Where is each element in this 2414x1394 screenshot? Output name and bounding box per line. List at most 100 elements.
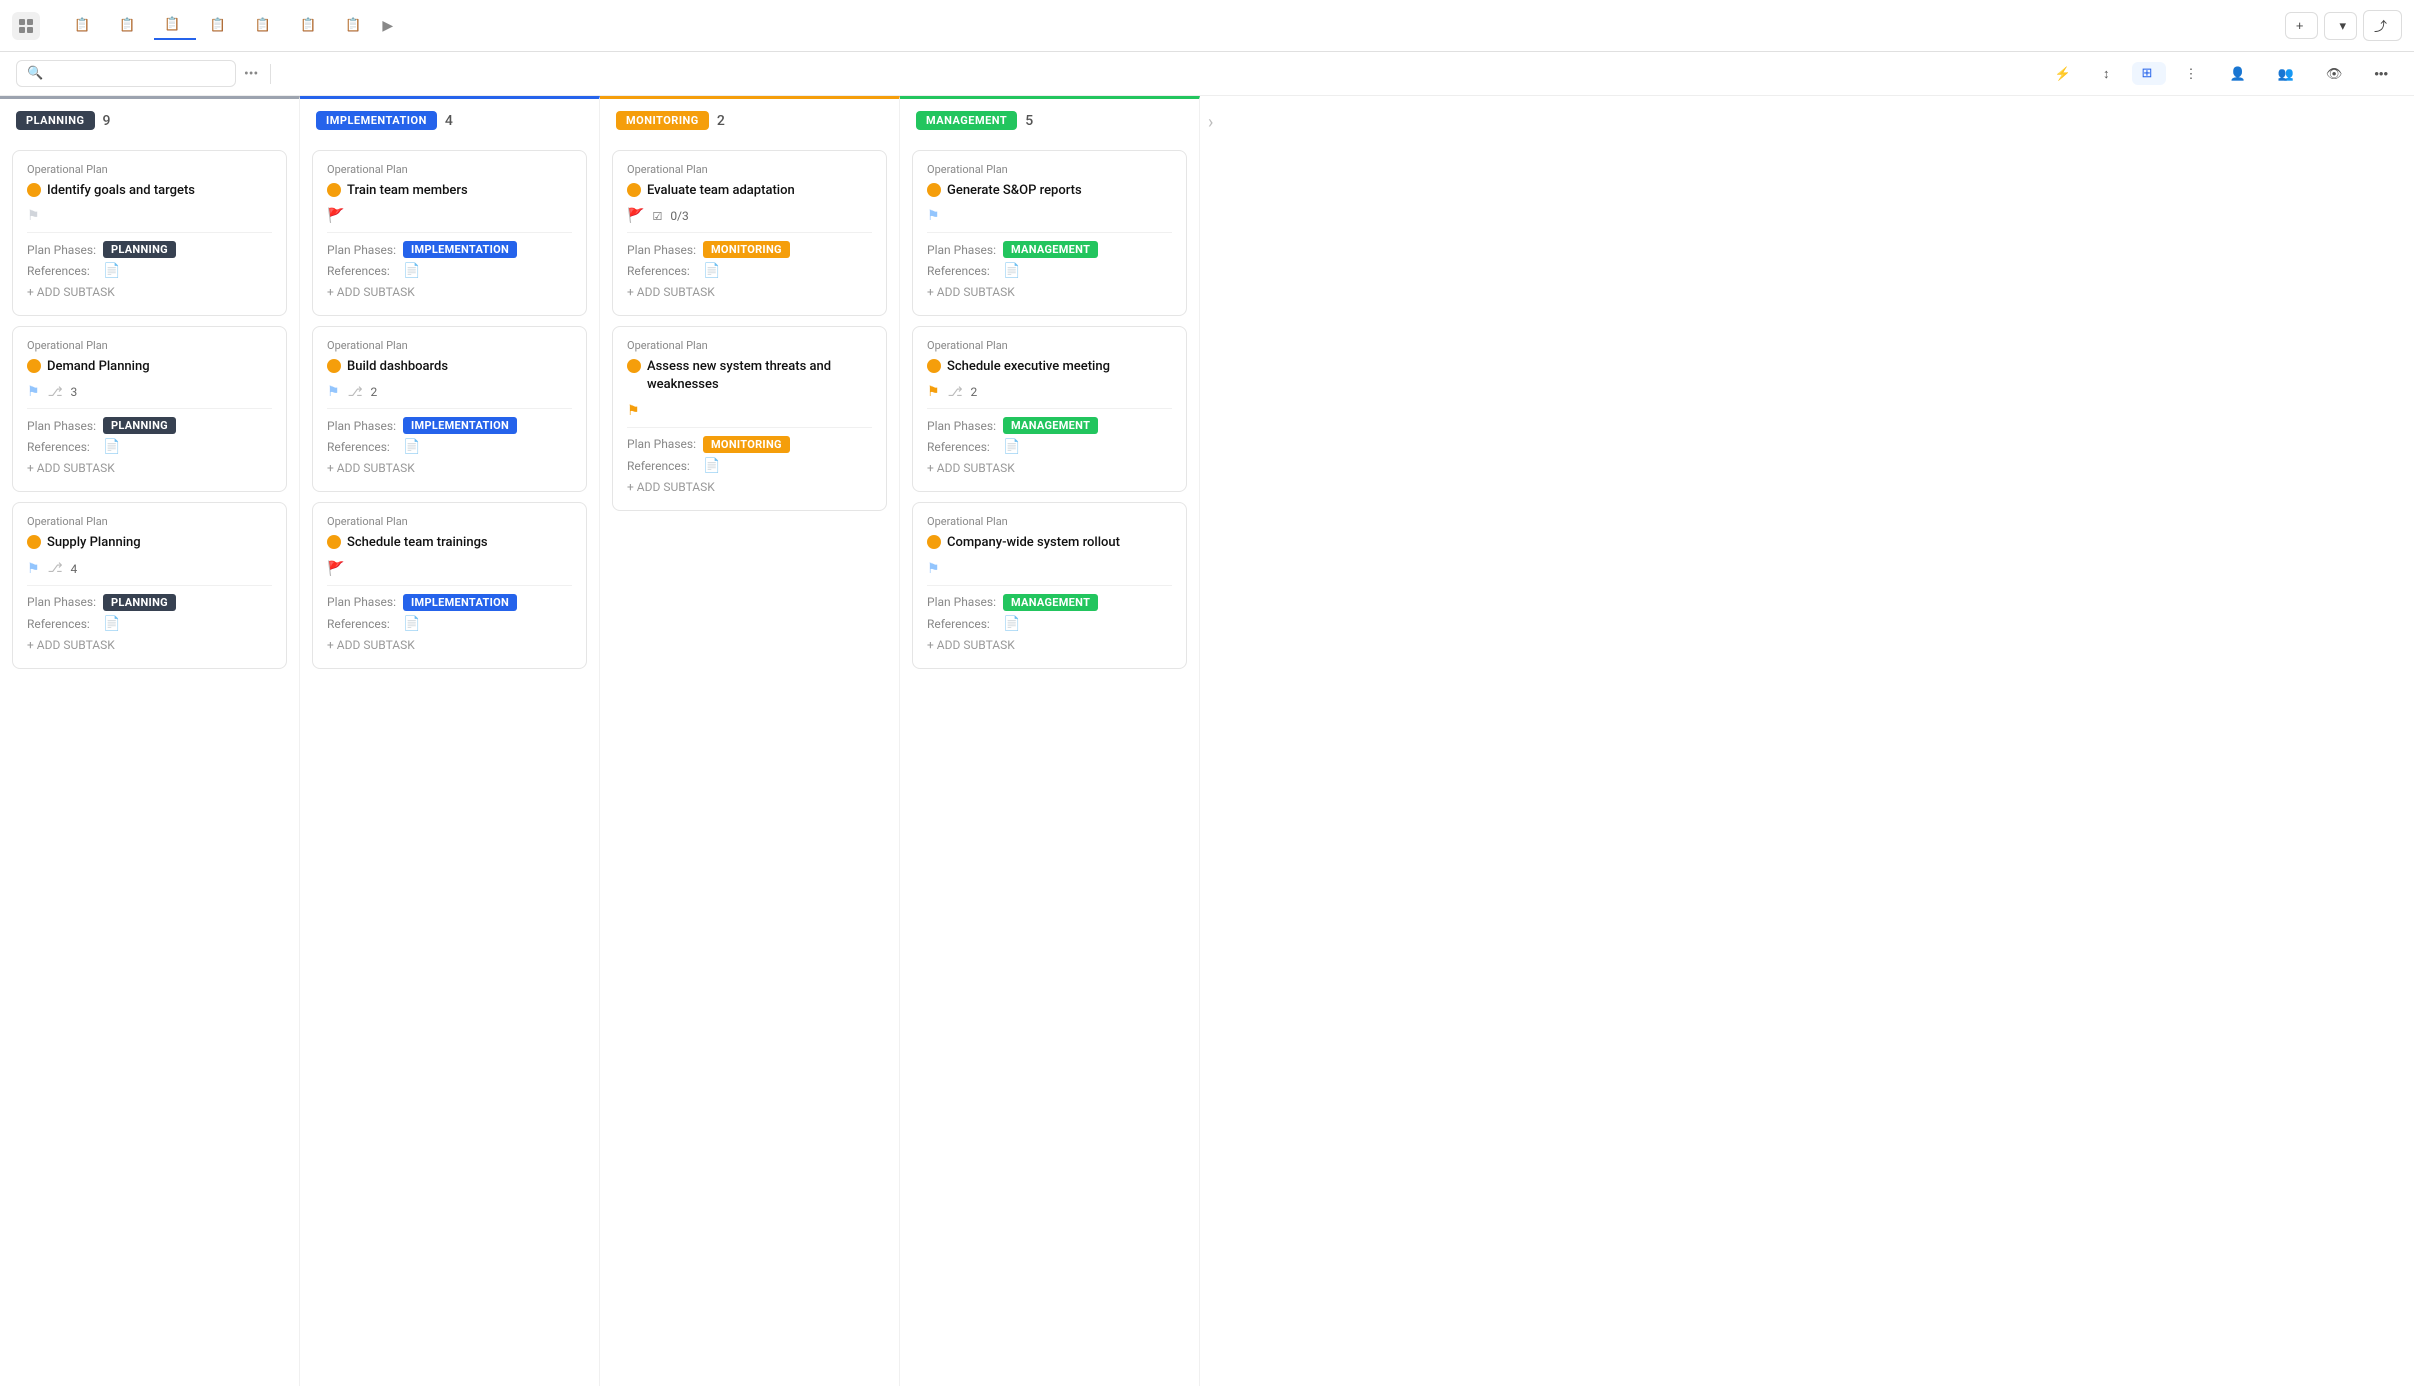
column-count-planning: 9	[103, 113, 111, 129]
task-card[interactable]: Operational Plan Train team members 🚩 Pl…	[312, 150, 587, 316]
phase-badge: IMPLEMENTATION	[403, 417, 517, 434]
card-title: Build dashboards	[347, 358, 448, 376]
filter-button[interactable]: ⚡	[2045, 62, 2085, 86]
subtask-count: 0/3	[670, 209, 688, 223]
card-fields: Plan Phases: MANAGEMENT References: 📄	[927, 585, 1172, 632]
card-title: Train team members	[347, 182, 468, 200]
tab-wor-icon: 📋	[345, 18, 361, 33]
group-by-button[interactable]: ⊞	[2132, 62, 2167, 85]
show-button[interactable]: 👁	[2316, 62, 2357, 86]
card-title-row: Demand Planning	[27, 358, 272, 376]
card-project-label: Operational Plan	[327, 339, 572, 352]
references-field: References: 📄	[927, 263, 1172, 279]
reference-doc-icon: 📄	[403, 616, 420, 632]
flag-icon: ⚑	[627, 403, 640, 419]
more-toolbar-icon[interactable]: •••	[2364, 62, 2398, 85]
sort-icon: ↕	[2103, 66, 2110, 81]
reference-doc-icon: 📄	[1003, 616, 1020, 632]
card-title: Schedule executive meeting	[947, 358, 1110, 376]
tab-start-here[interactable]: 📋	[64, 12, 105, 39]
card-title-row: Identify goals and targets	[27, 182, 272, 200]
task-card[interactable]: Operational Plan Demand Planning ⚑ ⎇ 3 P…	[12, 326, 287, 492]
plan-phases-label: Plan Phases:	[327, 419, 397, 433]
view-button[interactable]: +	[2285, 12, 2319, 39]
assignees-button[interactable]: 👥	[2268, 62, 2308, 86]
tab-plan-timeline[interactable]: 📋	[290, 12, 331, 39]
add-subtask-button[interactable]: + ADD SUBTASK	[327, 457, 572, 479]
add-subtask-button[interactable]: + ADD SUBTASK	[927, 634, 1172, 656]
add-subtask-button[interactable]: + ADD SUBTASK	[627, 281, 872, 303]
sort-by-button[interactable]: ↕	[2093, 62, 2124, 85]
add-subtask-button[interactable]: + ADD SUBTASK	[27, 281, 272, 303]
task-card[interactable]: Operational Plan Company-wide system rol…	[912, 502, 1187, 668]
add-subtask-button[interactable]: + ADD SUBTASK	[327, 281, 572, 303]
column-header-planning: PLANNING 9	[0, 99, 299, 142]
toolbar: 🔍 ••• ⚡ ↕ ⊞ ⋮ 👤 👥 👁	[0, 52, 2414, 96]
task-card[interactable]: Operational Plan Schedule team trainings…	[312, 502, 587, 668]
flag-icon: ⚑	[927, 208, 940, 224]
task-card[interactable]: Operational Plan Build dashboards ⚑ ⎇ 2 …	[312, 326, 587, 492]
tab-gantt-chart[interactable]: 📋	[245, 12, 286, 39]
add-subtask-button[interactable]: + ADD SUBTASK	[927, 457, 1172, 479]
task-card[interactable]: Operational Plan Schedule executive meet…	[912, 326, 1187, 492]
card-project-label: Operational Plan	[627, 163, 872, 176]
reference-doc-icon: 📄	[103, 616, 120, 632]
task-card[interactable]: Operational Plan Identify goals and targ…	[12, 150, 287, 316]
card-title: Demand Planning	[47, 358, 150, 376]
flag-icon: ⚑	[27, 384, 40, 400]
phase-badge: PLANNING	[103, 417, 176, 434]
task-card[interactable]: Operational Plan Assess new system threa…	[612, 326, 887, 510]
expand-column-button[interactable]: ›	[1200, 96, 1250, 1386]
tab-arrow-icon[interactable]: ▶	[382, 18, 393, 34]
toolbar-right: ⚡ ↕ ⊞ ⋮ 👤 👥 👁 •••	[2045, 62, 2398, 86]
card-title-row: Build dashboards	[327, 358, 572, 376]
status-dot	[627, 359, 641, 373]
card-title: Supply Planning	[47, 534, 141, 552]
plan-phases-field: Plan Phases: IMPLEMENTATION	[327, 594, 572, 611]
column-body-implementation: Operational Plan Train team members 🚩 Pl…	[300, 142, 599, 1386]
column-management: MANAGEMENT 5 Operational Plan Generate S…	[900, 96, 1200, 1386]
card-title-row: Train team members	[327, 182, 572, 200]
plan-phases-label: Plan Phases:	[927, 419, 997, 433]
card-title: Evaluate team adaptation	[647, 182, 795, 200]
more-options-icon[interactable]: •••	[244, 66, 258, 82]
card-fields: Plan Phases: MONITORING References: 📄	[627, 427, 872, 474]
reference-doc-icon: 📄	[103, 263, 120, 279]
phase-badge: MONITORING	[703, 436, 790, 453]
card-project-label: Operational Plan	[627, 339, 872, 352]
task-card[interactable]: Operational Plan Generate S&OP reports ⚑…	[912, 150, 1187, 316]
flag-icon: ⚑	[27, 561, 40, 577]
plan-phases-label: Plan Phases:	[627, 437, 697, 451]
plan-phases-field: Plan Phases: IMPLEMENTATION	[327, 417, 572, 434]
task-card[interactable]: Operational Plan Evaluate team adaptatio…	[612, 150, 887, 316]
child-count: 3	[71, 385, 78, 399]
card-fields: Plan Phases: MANAGEMENT References: 📄	[927, 232, 1172, 279]
tab-by-priority[interactable]: 📋	[200, 12, 241, 39]
share-button[interactable]: ⤴	[2363, 10, 2402, 41]
card-project-label: Operational Plan	[927, 339, 1172, 352]
add-subtask-button[interactable]: + ADD SUBTASK	[927, 281, 1172, 303]
add-subtask-button[interactable]: + ADD SUBTASK	[27, 457, 272, 479]
subtasks-button[interactable]: ⋮	[2174, 62, 2211, 86]
card-title-row: Assess new system threats and weaknesses	[627, 358, 872, 394]
card-title-row: Company-wide system rollout	[927, 534, 1172, 552]
status-dot	[327, 535, 341, 549]
references-label: References:	[927, 617, 997, 631]
card-fields: Plan Phases: IMPLEMENTATION References: …	[327, 408, 572, 455]
phase-badge: PLANNING	[103, 594, 176, 611]
references-label: References:	[927, 440, 997, 454]
card-title-row: Evaluate team adaptation	[627, 182, 872, 200]
tab-wor[interactable]: 📋	[335, 12, 376, 39]
add-subtask-button[interactable]: + ADD SUBTASK	[27, 634, 272, 656]
add-subtask-button[interactable]: + ADD SUBTASK	[627, 476, 872, 498]
tab-plan-overview[interactable]: 📋	[109, 12, 150, 39]
add-subtask-button[interactable]: + ADD SUBTASK	[327, 634, 572, 656]
search-bar[interactable]: 🔍	[16, 60, 236, 87]
me-button[interactable]: 👤	[2219, 62, 2259, 86]
references-field: References: 📄	[27, 616, 272, 632]
tab-plan-phases[interactable]: 📋	[154, 11, 195, 40]
automations-button[interactable]: ▾	[2324, 12, 2357, 40]
task-card[interactable]: Operational Plan Supply Planning ⚑ ⎇ 4 P…	[12, 502, 287, 668]
group-icon: ⊞	[2142, 66, 2153, 81]
references-field: References: 📄	[27, 263, 272, 279]
